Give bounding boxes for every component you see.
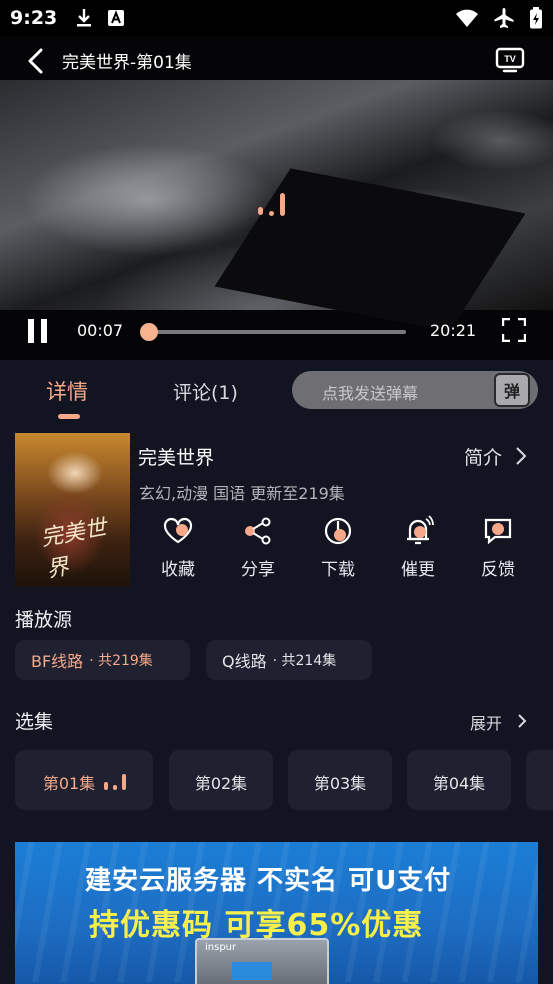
expand-link[interactable]: 展开 bbox=[470, 710, 502, 734]
episodes-title: 选集 bbox=[15, 711, 54, 733]
tab-details[interactable]: 详情 bbox=[46, 376, 88, 406]
tab-comments[interactable]: 评论(1) bbox=[173, 378, 238, 405]
status-time: 9:23 bbox=[10, 7, 58, 29]
video-title: 完美世界-第01集 bbox=[62, 53, 192, 73]
tab-active-indicator bbox=[58, 414, 80, 419]
episode-chip[interactable]: 第03集 bbox=[288, 750, 392, 810]
tv-cast-icon[interactable]: TV bbox=[495, 45, 525, 75]
back-arrow-icon[interactable] bbox=[22, 46, 52, 76]
download-circle-icon bbox=[324, 517, 352, 545]
share-icon bbox=[245, 517, 271, 545]
download-icon bbox=[77, 9, 92, 27]
tab-bar: 详情 评论(1) 点我发送弹幕 弹 bbox=[0, 360, 553, 422]
svg-text:TV: TV bbox=[504, 54, 516, 64]
bell-icon bbox=[407, 515, 434, 545]
pause-icon[interactable] bbox=[26, 318, 50, 344]
video-player[interactable]: 完美世界-第01集 TV 00:07 20:21 bbox=[0, 36, 553, 360]
fullscreen-icon[interactable] bbox=[502, 318, 526, 342]
playing-bars-icon bbox=[104, 774, 126, 790]
episode-label: 第03集 bbox=[313, 774, 367, 793]
download-button[interactable]: 下载 bbox=[298, 515, 378, 580]
player-top-bar: 完美世界-第01集 TV bbox=[0, 36, 553, 84]
danmaku-input[interactable]: 点我发送弹幕 弹 bbox=[292, 371, 538, 409]
urge-update-label: 催更 bbox=[401, 560, 435, 580]
heart-icon bbox=[163, 517, 193, 544]
source-chip-bf[interactable]: BF线路 · 共219集 bbox=[15, 640, 190, 680]
total-time: 20:21 bbox=[430, 321, 477, 340]
share-label: 分享 bbox=[241, 560, 275, 580]
ad-banner[interactable]: 建安云服务器 不实名 可U支付 持优惠码 可享65%优惠 inspur bbox=[15, 842, 538, 984]
episode-chip[interactable]: 第02集 bbox=[169, 750, 273, 810]
feedback-button[interactable]: 反馈 bbox=[458, 515, 538, 580]
download-label: 下载 bbox=[321, 560, 355, 580]
show-poster[interactable]: 完美世界 bbox=[15, 433, 130, 587]
favorite-label: 收藏 bbox=[161, 560, 195, 580]
player-controls: 00:07 20:21 bbox=[0, 312, 553, 360]
episode-label: 第01集 bbox=[42, 774, 96, 793]
battery-icon bbox=[530, 7, 542, 29]
episode-label: 第02集 bbox=[194, 774, 248, 793]
a-letter-icon bbox=[108, 10, 125, 26]
source-count: · 共219集 bbox=[89, 653, 153, 669]
feedback-label: 反馈 bbox=[481, 560, 515, 580]
intro-link[interactable]: 简介 bbox=[464, 443, 502, 470]
seek-thumb[interactable] bbox=[139, 323, 158, 341]
poster-title-art: 完美世界 bbox=[39, 515, 109, 584]
favorite-button[interactable]: 收藏 bbox=[138, 515, 218, 580]
server-image: inspur bbox=[195, 938, 329, 984]
source-name: Q线路 bbox=[222, 652, 267, 671]
danmaku-placeholder: 点我发送弹幕 bbox=[322, 384, 419, 403]
urge-update-button[interactable]: 催更 bbox=[378, 515, 458, 580]
loading-bars-icon bbox=[258, 193, 285, 216]
show-meta: 玄幻,动漫 国语 更新至219集 bbox=[139, 484, 345, 503]
airplane-icon bbox=[494, 8, 514, 28]
sources-title: 播放源 bbox=[15, 609, 73, 631]
source-name: BF线路 bbox=[31, 652, 84, 671]
show-title: 完美世界 bbox=[138, 447, 215, 469]
seek-bar[interactable] bbox=[143, 330, 406, 334]
show-info: 完美世界 完美世界 简介 玄幻,动漫 国语 更新至219集 收藏 分享 下载 催… bbox=[0, 430, 553, 590]
episode-label: 第04集 bbox=[432, 774, 486, 793]
share-button[interactable]: 分享 bbox=[218, 515, 298, 580]
ad-headline: 建安云服务器 不实名 可U支付 bbox=[85, 866, 452, 896]
feedback-icon bbox=[484, 518, 512, 545]
source-chip-q[interactable]: Q线路 · 共214集 bbox=[206, 640, 372, 680]
episode-chip-partial[interactable] bbox=[526, 750, 553, 810]
server-brand: inspur bbox=[205, 942, 237, 953]
wifi-icon bbox=[456, 9, 478, 27]
episode-chip[interactable]: 第04集 bbox=[407, 750, 511, 810]
current-time: 00:07 bbox=[77, 321, 124, 340]
chevron-right-icon[interactable] bbox=[514, 446, 528, 466]
source-count: · 共214集 bbox=[272, 653, 337, 669]
chevron-right-icon[interactable] bbox=[516, 713, 528, 729]
episode-chip-active[interactable]: 第01集 bbox=[15, 750, 153, 810]
action-row: 收藏 分享 下载 催更 反馈 bbox=[138, 515, 553, 585]
danmaku-toggle-icon[interactable]: 弹 bbox=[494, 373, 530, 407]
status-bar: 9:23 bbox=[0, 0, 553, 36]
